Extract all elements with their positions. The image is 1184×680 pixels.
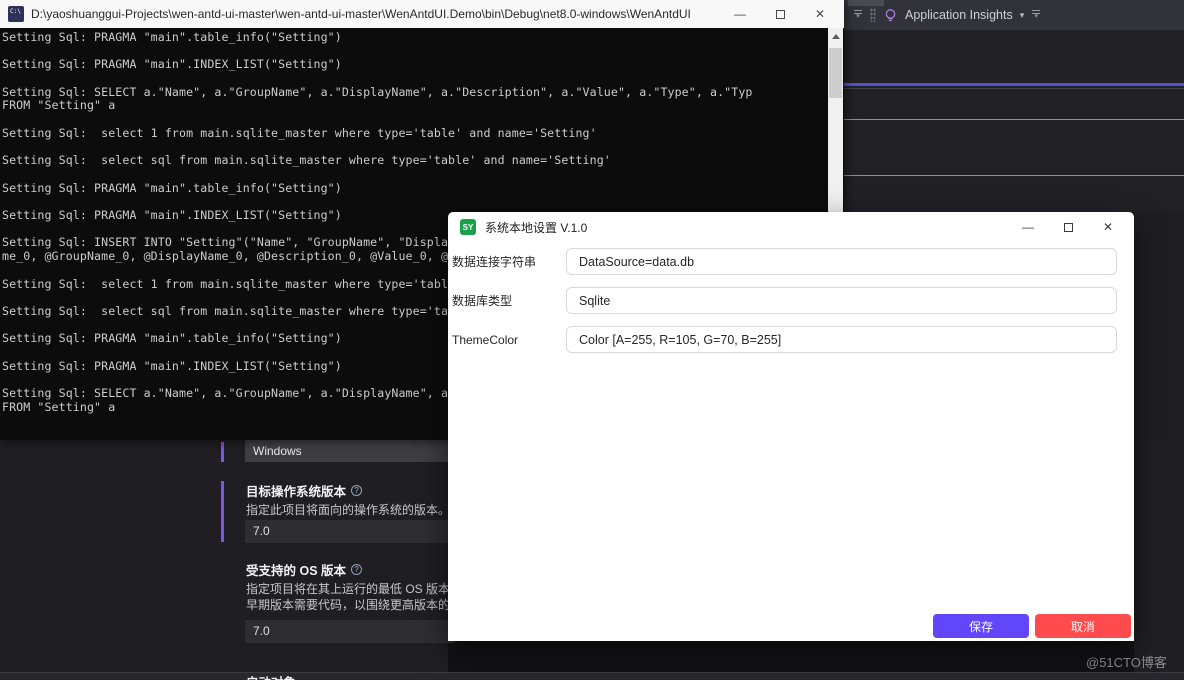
- console-line: Setting Sql: PRAGMA "main".table_info("S…: [2, 182, 844, 196]
- target-os-combobox[interactable]: Windows: [245, 440, 455, 462]
- vs-accent-line: [843, 83, 1184, 86]
- property-description: 指定此项目将面向的操作系统的版本。: [246, 501, 450, 518]
- help-icon[interactable]: ?: [351, 485, 362, 496]
- modified-indicator-bar: [221, 442, 224, 462]
- save-button[interactable]: 保存: [933, 614, 1029, 638]
- console-line: [2, 113, 844, 127]
- console-line: FROM "Setting" a: [2, 99, 844, 113]
- vs-divider: [840, 119, 1184, 120]
- form-row: 数据连接字符串: [452, 248, 1130, 275]
- caret-down-icon: ▾: [1020, 10, 1025, 21]
- section-title-text: 目标操作系统版本: [246, 481, 346, 500]
- lightbulb-icon: [883, 8, 898, 23]
- property-section-title: 受支持的 OS 版本 ?: [246, 560, 362, 579]
- theme-color-input[interactable]: [566, 326, 1117, 353]
- section-title-text: 受支持的 OS 版本: [246, 560, 346, 579]
- scroll-up-button[interactable]: [828, 28, 843, 44]
- maximize-button[interactable]: [760, 0, 800, 28]
- console-line: Setting Sql: PRAGMA "main".table_info("S…: [2, 31, 844, 45]
- screen: ✎ ▾ Application Insights ▾ ▾: [0, 0, 1184, 680]
- close-button[interactable]: ✕: [800, 0, 840, 28]
- application-insights-dropdown[interactable]: Application Insights: [905, 8, 1013, 22]
- field-label: ThemeColor: [452, 333, 566, 347]
- cancel-button[interactable]: 取消: [1035, 614, 1131, 638]
- console-line: [2, 72, 844, 86]
- field-label: 数据连接字符串: [452, 253, 566, 270]
- connection-string-input[interactable]: [566, 248, 1117, 275]
- help-icon[interactable]: ?: [351, 564, 362, 575]
- modified-indicator-bar: [221, 481, 224, 542]
- console-line: Setting Sql: select sql from main.sqlite…: [2, 154, 844, 168]
- app-icon: SY: [460, 219, 476, 235]
- field-label: 数据库类型: [452, 292, 566, 309]
- database-type-input[interactable]: [566, 287, 1117, 314]
- maximize-icon: [776, 10, 785, 19]
- dialog-title: 系统本地设置 V.1.0: [485, 219, 587, 236]
- console-line: Setting Sql: SELECT a."Name", a."GroupNa…: [2, 86, 844, 100]
- toolbar-overflow-button-2[interactable]: ▾: [1031, 10, 1041, 20]
- scroll-up-arrow-icon: [832, 34, 840, 39]
- console-line: Setting Sql: select 1 from main.sqlite_m…: [2, 127, 844, 141]
- dialog-titlebar[interactable]: SY 系统本地设置 V.1.0 — ✕: [448, 212, 1134, 242]
- console-titlebar[interactable]: C:\ D:\yaoshuanggui-Projects\wen-antd-ui…: [0, 0, 844, 28]
- console-line: [2, 168, 844, 182]
- vs-panel-background: [843, 30, 1184, 212]
- chevron-down-icon: ▾: [1034, 14, 1038, 20]
- vs-bottom-strip: [0, 672, 1184, 680]
- property-section-title: 目标操作系统版本 ?: [246, 481, 362, 500]
- maximize-icon: [1064, 223, 1073, 232]
- scrollbar-thumb[interactable]: [829, 48, 842, 98]
- watermark: @51CTO博客: [1086, 652, 1167, 671]
- maximize-button[interactable]: [1048, 213, 1088, 241]
- minimize-button[interactable]: —: [1008, 213, 1048, 241]
- drag-handle-icon[interactable]: [870, 8, 876, 22]
- minimize-button[interactable]: —: [720, 0, 760, 28]
- vs-divider: [840, 175, 1184, 176]
- target-os-version-input[interactable]: 7.0: [245, 520, 455, 543]
- close-button[interactable]: ✕: [1088, 213, 1128, 241]
- settings-dialog: SY 系统本地设置 V.1.0 — ✕ 数据连接字符串 数据库类型 ThemeC…: [448, 212, 1134, 641]
- console-line: [2, 195, 844, 209]
- form-row: 数据库类型: [452, 287, 1130, 314]
- console-line: [2, 45, 844, 59]
- vs-divider: [843, 88, 1184, 89]
- console-line: [2, 141, 844, 155]
- console-line: Setting Sql: PRAGMA "main".INDEX_LIST("S…: [2, 58, 844, 72]
- vs-editor-area: [448, 641, 1134, 673]
- chevron-down-icon: ▾: [856, 14, 860, 20]
- cmd-icon: C:\: [8, 6, 24, 22]
- supported-os-version-input[interactable]: 7.0: [245, 620, 455, 643]
- console-window-title: D:\yaoshuanggui-Projects\wen-antd-ui-mas…: [31, 7, 691, 21]
- form-row: ThemeColor: [452, 326, 1130, 353]
- property-section-title-clipped: 启动对象: [246, 672, 296, 680]
- toolbar-overflow-button[interactable]: ▾: [853, 10, 863, 20]
